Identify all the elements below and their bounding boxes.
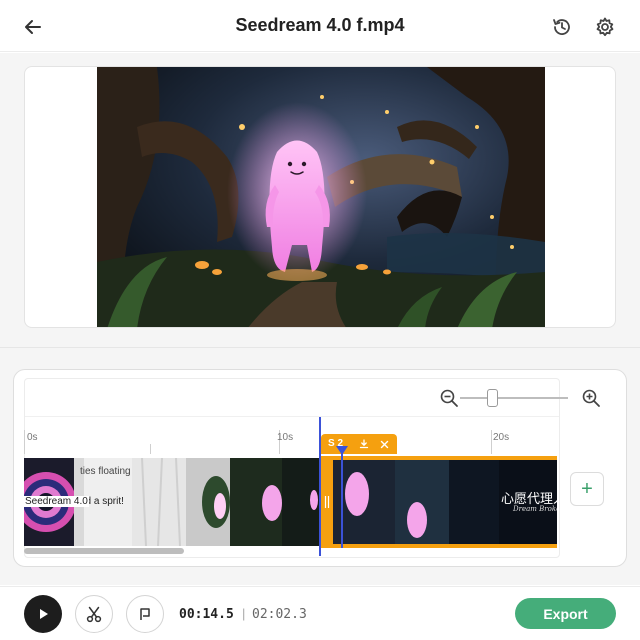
ruler-label-20s: 20s (493, 432, 510, 443)
time-separator: | (242, 606, 246, 621)
video-frame-image (97, 67, 545, 327)
ruler-tick (491, 430, 492, 454)
add-clip-button[interactable]: + (570, 472, 604, 506)
split-button[interactable] (75, 595, 113, 633)
zoom-in-icon[interactable] (581, 388, 601, 408)
selected-clip-border (321, 456, 557, 548)
close-clip-button[interactable] (377, 437, 391, 451)
timeline-clip-3[interactable] (186, 458, 320, 546)
ruler-label-10s: 10s (277, 432, 294, 443)
export-button[interactable]: Export (515, 598, 616, 629)
history-button[interactable] (549, 14, 575, 40)
timeline-clip-2[interactable] (132, 458, 186, 546)
zoom-slider-thumb[interactable] (487, 389, 498, 407)
play-button[interactable] (24, 595, 62, 633)
video-preview[interactable] (97, 67, 545, 327)
playhead-indicator-line (341, 446, 343, 548)
marker-button[interactable] (126, 595, 164, 633)
top-bar: Seedream 4.0 f.mp4 (0, 0, 640, 52)
clip-caption: ties floating (80, 466, 131, 477)
play-icon (40, 609, 48, 619)
download-icon (359, 439, 369, 449)
timeline-scrollbar[interactable] (24, 548, 184, 554)
trim-handle-left[interactable] (321, 456, 333, 548)
clip-thumbnail (132, 458, 186, 546)
scissors-icon (86, 606, 102, 623)
current-time: 00:14.5 (179, 607, 234, 622)
preview-card (24, 66, 616, 328)
ruler-tick (24, 430, 25, 454)
zoom-slider-track[interactable] (460, 397, 568, 399)
gear-icon (596, 17, 614, 37)
ruler-tick (150, 444, 151, 454)
playhead-line[interactable] (319, 417, 321, 556)
close-icon (380, 440, 388, 448)
preview-area (0, 53, 640, 347)
download-clip-button[interactable] (357, 437, 371, 451)
clip-thumbnail (186, 458, 320, 546)
ruler-label-0s: 0s (27, 432, 38, 443)
bottom-controls: 00:14.5 | 02:02.3 Export (0, 586, 640, 640)
settings-button[interactable] (592, 14, 618, 40)
timeline-clip-1[interactable]: ties floating ed a sprit! Seedream 4.0 (24, 458, 132, 546)
flag-icon (140, 608, 150, 620)
clip-toolbar: S 2 (321, 434, 397, 454)
playhead-marker[interactable] (336, 446, 348, 455)
history-icon (553, 19, 570, 35)
zoom-out-icon[interactable] (439, 388, 459, 408)
page-title: Seedream 4.0 f.mp4 (235, 15, 405, 35)
clip-caption: Seedream 4.0 (24, 496, 89, 507)
drag-handle-icon (324, 496, 330, 508)
total-time: 02:02.3 (252, 607, 307, 622)
